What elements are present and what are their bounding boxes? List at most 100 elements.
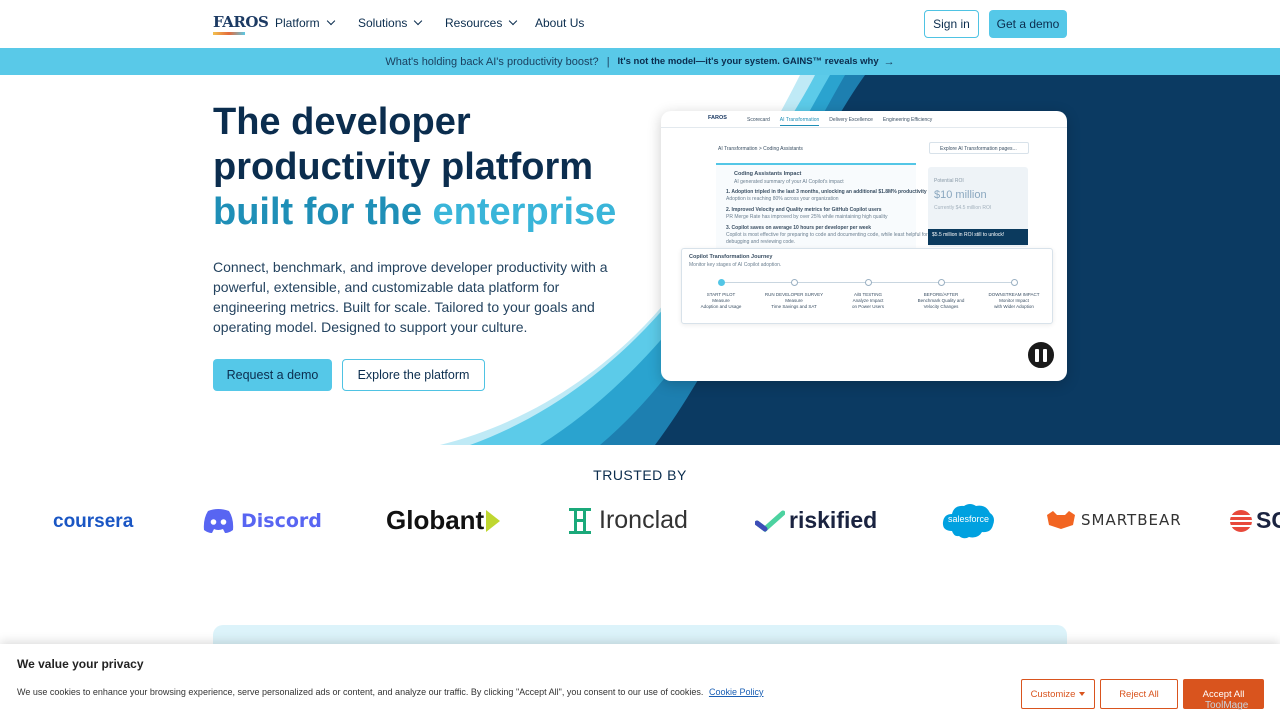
partial-brand-icon [1230, 509, 1252, 532]
hero-title-line3-part1: built for the [213, 191, 433, 233]
pause-bar [1035, 348, 1039, 362]
mini-impact-item: 3. Copilot saves on average 10 hours per… [726, 225, 872, 231]
nav-item-resources[interactable]: Resources [445, 16, 518, 30]
hero-title-line2: productivity platform [213, 146, 594, 188]
smartbear-logo: SMARTBEAR [1047, 511, 1182, 529]
banner-separator: | [606, 55, 610, 68]
cookie-policy-link[interactable]: Cookie Policy [709, 687, 764, 697]
mini-impact-item: debugging and reviewing code. [726, 239, 796, 245]
mini-tab-scorecard: Scorecard [747, 117, 770, 123]
ironclad-icon [569, 507, 591, 534]
partial-brand-wordmark: SC [1256, 507, 1280, 533]
mini-tab-engineering-efficiency: Engineering Efficiency [882, 117, 933, 123]
hero-description: Connect, benchmark, and improve develope… [213, 259, 608, 335]
discord-wordmark: Discord [241, 510, 322, 532]
mini-step-line2: Adoption and Usage [700, 304, 742, 309]
globant-arrow-icon [486, 509, 501, 532]
mini-impact-panel: Coding Assistants Impact AI generated su… [716, 163, 941, 249]
mini-divider [661, 127, 1067, 128]
mini-impact-item: PR Merge Rate has improved by over 25% w… [726, 214, 888, 220]
partial-logo: SC [1230, 507, 1280, 534]
mini-explore-select-label: Explore AI Transformation pages... [940, 146, 1017, 152]
mini-tab-bar: Scorecard AI Transformation Delivery Exc… [747, 117, 932, 126]
mini-step-dot [938, 279, 945, 286]
cookie-title: We value your privacy [17, 657, 144, 671]
cookie-description: We use cookies to enhance your browsing … [17, 687, 704, 697]
mini-impact-item: 2. Improved Velocity and Quality metrics… [726, 207, 882, 213]
riskified-wordmark: riskified [789, 507, 878, 533]
ironclad-logo: Ironclad [569, 506, 688, 535]
mini-impact-subtitle: AI generated summary of your AI Copilot'… [734, 179, 844, 185]
mini-step-line2: on Power Users [851, 304, 884, 309]
discord-icon [203, 509, 234, 533]
nav-item-platform[interactable]: Platform [275, 16, 335, 30]
mini-roi-value: $10 million [934, 189, 987, 201]
nav-item-label: About Us [535, 16, 585, 30]
customize-button[interactable]: Customize [1021, 679, 1095, 709]
nav-item-label: Resources [445, 16, 503, 30]
riskified-icon [755, 510, 785, 532]
reject-all-button[interactable]: Reject All [1100, 679, 1178, 709]
mini-step-dot [718, 279, 725, 286]
mini-journey-card: Copilot Transformation Journey Monitor k… [681, 248, 1053, 324]
pause-icon[interactable] [1026, 340, 1056, 370]
sign-in-button[interactable]: Sign in [924, 10, 979, 38]
banner-link[interactable]: It's not the model—it's your system. GAI… [618, 56, 879, 67]
request-demo-button[interactable]: Request a demo [213, 359, 332, 391]
arrow-right-icon: → [883, 55, 895, 68]
get-demo-button[interactable]: Get a demo [989, 10, 1067, 38]
logo-text: FAROS [213, 13, 269, 31]
hero-title: The developer productivity platform buil… [213, 100, 653, 235]
ironclad-wordmark: Ironclad [599, 506, 688, 534]
mini-impact-item: Adoption is reaching 80% across your org… [726, 196, 839, 202]
nav-item-label: Platform [275, 16, 320, 30]
watermark-text: ToolMage [1205, 700, 1249, 711]
banner-question: What's holding back AI's productivity bo… [385, 55, 599, 68]
mini-step-line2: with Wider Adoption [994, 304, 1034, 309]
mini-step: A/B TESTING Analyze Impact on Power User… [833, 292, 903, 310]
pause-bar [1043, 348, 1047, 362]
mini-impact-item: Copilot is most effective for preparing … [726, 232, 928, 238]
announcement-banner: What's holding back AI's productivity bo… [0, 48, 1280, 75]
salesforce-logo: salesforce [940, 501, 996, 539]
chevron-down-icon [326, 16, 335, 26]
mini-step: BEFORE/AFTER Benchmark Quality and Veloc… [906, 292, 976, 310]
faros-logo[interactable]: FAROS [213, 13, 269, 37]
mini-impact-title: Coding Assistants Impact [734, 171, 802, 177]
mini-logo: FAROS [708, 115, 727, 121]
mini-breadcrumb: AI Transformation > Coding Assistants [718, 146, 803, 152]
mini-tab-delivery-excellence: Delivery Excellence [829, 117, 873, 123]
riskified-logo: riskified [755, 507, 877, 534]
smartbear-icon [1047, 511, 1075, 529]
mini-step: DOWNSTREAM IMPACT Monitor Impact with Wi… [979, 292, 1049, 310]
mini-journey-subtitle: Monitor key stages of AI Copilot adoptio… [689, 262, 782, 268]
mini-journey-title: Copilot Transformation Journey [689, 254, 773, 260]
hero-title-accent-word: enterprise [432, 191, 617, 233]
nav-item-about-us[interactable]: About Us [535, 16, 584, 30]
salesforce-wordmark: salesforce [948, 514, 990, 524]
coursera-logo: coursera [53, 511, 133, 533]
chevron-down-icon [509, 16, 518, 26]
mini-step-dot [791, 279, 798, 286]
hero-title-line3: built for the enterprise [213, 190, 653, 235]
top-nav: FAROS Platform Solutions Resources About… [0, 0, 1280, 48]
chevron-down-icon [414, 16, 423, 26]
nav-item-label: Solutions [358, 16, 408, 30]
nav-item-solutions[interactable]: Solutions [358, 16, 423, 30]
mini-step-line2: Velocity Changes [923, 304, 959, 309]
mini-roi-label: Potential ROI [934, 178, 964, 184]
product-screenshot-card: FAROS Scorecard AI Transformation Delive… [661, 111, 1067, 381]
discord-logo: Discord [202, 508, 322, 534]
caret-down-icon [1079, 692, 1086, 696]
mini-step: START PILOT Measure Adoption and Usage [686, 292, 756, 310]
mini-impact-item: 1. Adoption tripled in the last 3 months… [726, 189, 942, 195]
hero-title-line1: The developer [213, 101, 471, 143]
cookie-consent-banner: We value your privacy We use cookies to … [0, 644, 1280, 720]
mini-roi-sub: Currently $4.5 million ROI [934, 205, 992, 211]
coursera-wordmark: coursera [53, 511, 134, 532]
explore-platform-button[interactable]: Explore the platform [342, 359, 485, 391]
mini-step-dot [865, 279, 872, 286]
mini-step-dot [1011, 279, 1018, 286]
logo-underline [213, 32, 245, 35]
customize-label: Customize [1030, 688, 1076, 700]
